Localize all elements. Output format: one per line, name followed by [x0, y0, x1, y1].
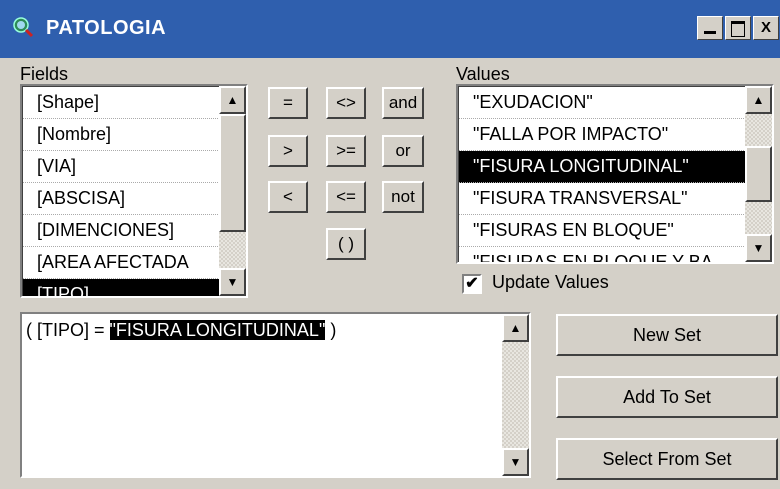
window-title: PATOLOGIA — [46, 17, 167, 39]
scroll-down-arrow-icon[interactable]: ▼ — [502, 448, 529, 476]
op-less-button[interactable]: < — [268, 181, 308, 213]
minimize-button[interactable] — [697, 16, 723, 40]
expression-text: ( [TIPO] = "FISURA LONGITUDINAL" ) — [26, 320, 336, 341]
op-and-button[interactable]: and — [382, 87, 424, 119]
field-item[interactable]: [Nombre] — [23, 119, 246, 151]
query-magnifier-icon — [13, 17, 34, 38]
field-item-selected[interactable]: [TIPO] — [23, 279, 246, 296]
scroll-thumb[interactable] — [219, 114, 246, 232]
maximize-button[interactable] — [725, 16, 751, 40]
expression-textarea[interactable]: ( [TIPO] = "FISURA LONGITUDINAL" ) ▲ ▼ — [20, 312, 531, 478]
op-less-equal-button[interactable]: <= — [326, 181, 366, 213]
value-item[interactable]: "FISURAS EN BLOQUE Y BA — [459, 247, 772, 262]
update-values-checkbox[interactable]: ✔ — [462, 274, 482, 294]
select-from-set-button[interactable]: Select From Set — [556, 438, 778, 480]
field-item[interactable]: [Shape] — [23, 87, 246, 119]
fields-label: Fields — [20, 64, 69, 84]
field-item[interactable]: [DIMENCIONES] — [23, 215, 246, 247]
op-not-button[interactable]: not — [382, 181, 424, 213]
values-label: Values — [456, 64, 510, 84]
field-item[interactable]: [VIA] — [23, 151, 246, 183]
value-item[interactable]: "FISURAS EN BLOQUE" — [459, 215, 772, 247]
query-dialog: PATOLOGIA X Fields [Shape] [Nombre] [VIA… — [0, 0, 780, 489]
new-set-button[interactable]: New Set — [556, 314, 778, 356]
value-item[interactable]: "FALLA POR IMPACTO" — [459, 119, 772, 151]
value-item-selected[interactable]: "FISURA LONGITUDINAL" — [459, 151, 772, 183]
scroll-down-arrow-icon[interactable]: ▼ — [219, 268, 246, 296]
value-item[interactable]: "FISURA TRANSVERSAL" — [459, 183, 772, 215]
scroll-down-arrow-icon[interactable]: ▼ — [745, 234, 772, 262]
op-not-equal-button[interactable]: <> — [326, 87, 366, 119]
add-to-set-button[interactable]: Add To Set — [556, 376, 778, 418]
expression-prefix: ( [TIPO] = — [26, 320, 110, 340]
op-greater-equal-button[interactable]: >= — [326, 135, 366, 167]
close-button[interactable]: X — [753, 16, 779, 40]
fields-scrollbar[interactable]: ▲ ▼ — [219, 86, 246, 296]
update-values-label: Update Values — [492, 272, 609, 292]
scroll-up-arrow-icon[interactable]: ▲ — [745, 86, 772, 114]
op-equal-button[interactable]: = — [268, 87, 308, 119]
maximize-icon — [731, 21, 745, 37]
expression-suffix: ) — [325, 320, 337, 340]
title-bar[interactable]: PATOLOGIA X — [0, 0, 780, 58]
scroll-up-arrow-icon[interactable]: ▲ — [502, 314, 529, 342]
op-parentheses-button[interactable]: ( ) — [326, 228, 366, 260]
op-or-button[interactable]: or — [382, 135, 424, 167]
expression-selected-value: "FISURA LONGITUDINAL" — [109, 320, 326, 340]
expression-scrollbar[interactable]: ▲ ▼ — [502, 314, 529, 476]
scroll-thumb[interactable] — [745, 146, 772, 202]
value-item[interactable]: "EXUDACION" — [459, 87, 772, 119]
field-item[interactable]: [AREA AFECTADA — [23, 247, 246, 279]
values-scrollbar[interactable]: ▲ ▼ — [745, 86, 772, 262]
fields-list[interactable]: [Shape] [Nombre] [VIA] [ABSCISA] [DIMENC… — [20, 84, 248, 298]
op-greater-button[interactable]: > — [268, 135, 308, 167]
field-item[interactable]: [ABSCISA] — [23, 183, 246, 215]
minimize-icon — [704, 31, 716, 34]
scroll-up-arrow-icon[interactable]: ▲ — [219, 86, 246, 114]
values-list[interactable]: "EXUDACION" "FALLA POR IMPACTO" "FISURA … — [456, 84, 774, 264]
